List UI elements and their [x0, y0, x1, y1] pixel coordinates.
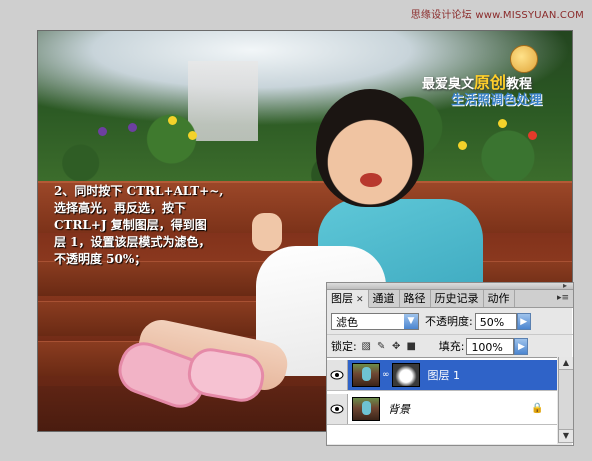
fill-input[interactable]: 100%: [466, 337, 515, 355]
blend-opacity-row: 滤色 ▼ 不透明度: 50% ▶: [327, 308, 573, 334]
flower: [498, 119, 507, 128]
blend-mode-value: 滤色: [336, 315, 358, 329]
tab-actions[interactable]: 动作: [484, 290, 515, 307]
opacity-input[interactable]: 50%: [474, 312, 517, 330]
panel-titlebar[interactable]: ▸: [327, 281, 573, 290]
link-icon[interactable]: ∞: [382, 370, 390, 380]
banner-subtitle: 生活照调色处理: [450, 93, 542, 108]
opacity-label: 不透明度:: [425, 315, 473, 328]
tab-paths[interactable]: 路径: [400, 290, 431, 307]
watermark-text: 思缘设计论坛 www.MISSYUAN.COM: [410, 10, 584, 21]
eye-icon[interactable]: [327, 360, 348, 390]
tab-layers[interactable]: 图层 ✕: [327, 290, 369, 308]
lock-icon: 🔒: [531, 403, 544, 414]
scroll-down-icon[interactable]: ▼: [559, 429, 573, 443]
tab-label: 图层: [331, 292, 353, 305]
tab-channels[interactable]: 通道: [369, 290, 400, 307]
layers-scrollbar[interactable]: ▲ ▼: [558, 357, 573, 443]
lock-brush-icon[interactable]: ✎: [376, 341, 387, 352]
instruction-line: 不透明度 50%；: [54, 252, 147, 266]
lock-label: 锁定:: [331, 340, 357, 353]
fill-slider-arrow-icon[interactable]: ▶: [514, 337, 529, 355]
instruction-line: CTRL+J 复制图层，得到图: [54, 218, 207, 232]
flower: [128, 123, 137, 132]
close-icon[interactable]: ✕: [356, 295, 364, 305]
layer-mask-thumbnail[interactable]: [391, 363, 420, 387]
layer-row[interactable]: ∞ 图层 1: [327, 360, 557, 391]
panel-menu-icon[interactable]: ▸≡: [557, 293, 569, 303]
collapse-icon[interactable]: ▸: [563, 281, 567, 290]
flower: [188, 131, 197, 140]
chevron-down-icon[interactable]: ▼: [404, 313, 418, 329]
eye-icon[interactable]: [327, 394, 348, 424]
layer-thumbnail[interactable]: [352, 363, 380, 387]
flower: [458, 141, 467, 150]
instruction-line: 2、同时按下 CTRL+ALT+~,: [54, 184, 224, 198]
layer-row[interactable]: 背景 🔒: [327, 394, 557, 425]
lock-fill-row: 锁定: ▧ ✎ ✥ ■ 填充: 100% ▶: [327, 334, 573, 357]
panel-tabs: 图层 ✕ 通道 路径 历史记录 动作 ▸≡: [327, 290, 573, 308]
instruction-text: 2、同时按下 CTRL+ALT+~, 选择高光，再反选，按下 CTRL+J 复制…: [54, 183, 284, 268]
tab-history[interactable]: 历史记录: [431, 290, 484, 307]
blend-mode-select[interactable]: 滤色 ▼: [331, 312, 419, 330]
flower: [528, 131, 537, 140]
layer-thumbnail[interactable]: [352, 397, 380, 421]
scroll-up-icon[interactable]: ▲: [559, 357, 573, 370]
opacity-slider-arrow-icon[interactable]: ▶: [516, 312, 531, 330]
instruction-line: 层 1，设置该层模式为滤色，: [54, 235, 211, 249]
layers-panel: ▸ 图层 ✕ 通道 路径 历史记录 动作 ▸≡ 滤色 ▼ 不透明度: 50% ▶ …: [326, 281, 574, 446]
child-mouth: [360, 173, 382, 187]
layer-name[interactable]: 图层 1: [428, 367, 461, 383]
flower: [98, 127, 107, 136]
lock-all-icon[interactable]: ■: [406, 341, 417, 352]
instruction-line: 选择高光，再反选，按下: [54, 201, 187, 215]
layers-list: ∞ 图层 1 背景 🔒: [327, 357, 557, 444]
layer-name[interactable]: 背景: [388, 401, 410, 417]
child-head: [316, 89, 424, 207]
lock-move-icon[interactable]: ✥: [391, 341, 402, 352]
flower: [168, 116, 177, 125]
fill-label: 填充:: [438, 340, 465, 353]
lock-transparency-icon[interactable]: ▧: [361, 341, 372, 352]
